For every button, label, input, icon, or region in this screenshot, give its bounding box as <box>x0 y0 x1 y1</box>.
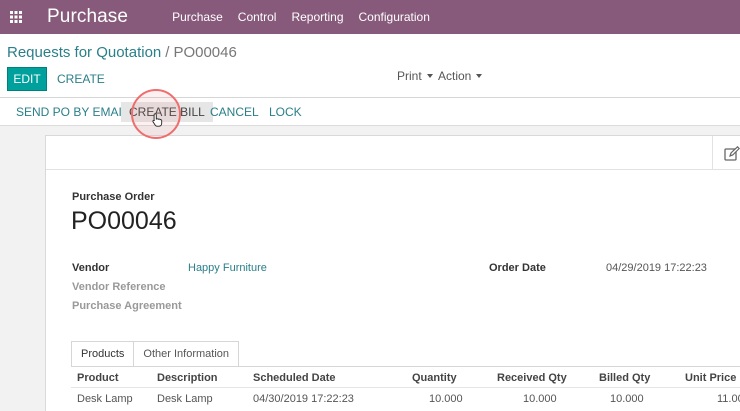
breadcrumb-current: PO00046 <box>173 44 237 61</box>
tab-other-information[interactable]: Other Information <box>134 341 240 367</box>
order-date-label: Order Date <box>489 262 546 274</box>
app-title: Purchase <box>47 6 129 27</box>
tab-underline <box>71 366 740 367</box>
header-divider <box>712 136 713 170</box>
caret-down-icon <box>476 74 483 78</box>
vendor-label: Vendor <box>72 262 110 274</box>
edit-button[interactable]: EDIT <box>7 67 47 91</box>
tab-products[interactable]: Products <box>71 341 135 367</box>
column-header-description[interactable]: Description <box>157 372 218 384</box>
menu-item-purchase[interactable]: Purchase <box>172 10 223 24</box>
breadcrumb-separator: / <box>165 44 170 61</box>
document-caption: Purchase Order <box>72 191 155 203</box>
column-header-scheduled-date[interactable]: Scheduled Date <box>253 372 336 384</box>
apps-grid-icon[interactable] <box>2 0 30 34</box>
column-header-product[interactable]: Product <box>77 372 119 384</box>
purchase-order-number: PO00046 <box>71 207 177 235</box>
control-panel: Requests for Quotation / PO00046 EDIT CREA… <box>0 34 740 98</box>
form-statusbar: SEND PO BY EMAIL CREATE BILL CANCEL LOCK <box>0 98 740 126</box>
vendor-reference-label: Vendor Reference <box>72 281 166 293</box>
menu-item-configuration[interactable]: Configuration <box>359 10 430 24</box>
table-cell-received-qty[interactable]: 10.000 <box>523 393 557 405</box>
column-header-received-qty[interactable]: Received Qty <box>497 372 567 384</box>
create-button[interactable]: CREATE <box>57 72 105 86</box>
sheet-header-bar <box>46 136 740 170</box>
menu-item-reporting[interactable]: Reporting <box>291 10 343 24</box>
breadcrumb: Requests for Quotation / PO00046 <box>7 44 237 61</box>
table-cell-description[interactable]: Desk Lamp <box>157 393 213 405</box>
cancel-button[interactable]: CANCEL <box>202 102 267 122</box>
send-po-by-email-button[interactable]: SEND PO BY EMAIL <box>8 102 136 122</box>
table-cell-unit-price[interactable]: 11.00 <box>717 393 740 405</box>
column-header-quantity[interactable]: Quantity <box>412 372 457 384</box>
top-navbar: Purchase Purchase Control Reporting Conf… <box>0 0 740 34</box>
action-dropdown-label: Action <box>438 69 472 83</box>
table-cell-billed-qty[interactable]: 10.000 <box>610 393 644 405</box>
column-header-billed-qty[interactable]: Billed Qty <box>599 372 650 384</box>
form-sheet: Purchase Order PO00046 Vendor Happy Furn… <box>45 135 740 411</box>
print-dropdown[interactable]: Print <box>397 69 433 83</box>
lock-button[interactable]: LOCK <box>261 102 310 122</box>
table-cell-scheduled-date[interactable]: 04/30/2019 17:22:23 <box>253 393 354 405</box>
menu-item-control[interactable]: Control <box>238 10 277 24</box>
pencil-square-icon[interactable] <box>724 145 740 165</box>
notebook-tabs: Products Other Information <box>71 341 240 367</box>
table-cell-product[interactable]: Desk Lamp <box>77 393 133 405</box>
order-date-value: 04/29/2019 17:22:23 <box>606 262 707 274</box>
table-header-separator <box>71 387 740 388</box>
caret-down-icon <box>426 74 433 78</box>
purchase-agreement-label: Purchase Agreement <box>72 300 182 312</box>
action-dropdown[interactable]: Action <box>438 69 483 83</box>
column-header-unit-price[interactable]: Unit Price <box>685 372 736 384</box>
create-bill-button[interactable]: CREATE BILL <box>121 102 213 122</box>
print-dropdown-label: Print <box>397 69 422 83</box>
breadcrumb-parent-link[interactable]: Requests for Quotation <box>7 44 161 61</box>
table-cell-quantity[interactable]: 10.000 <box>429 393 463 405</box>
vendor-link[interactable]: Happy Furniture <box>188 262 267 274</box>
